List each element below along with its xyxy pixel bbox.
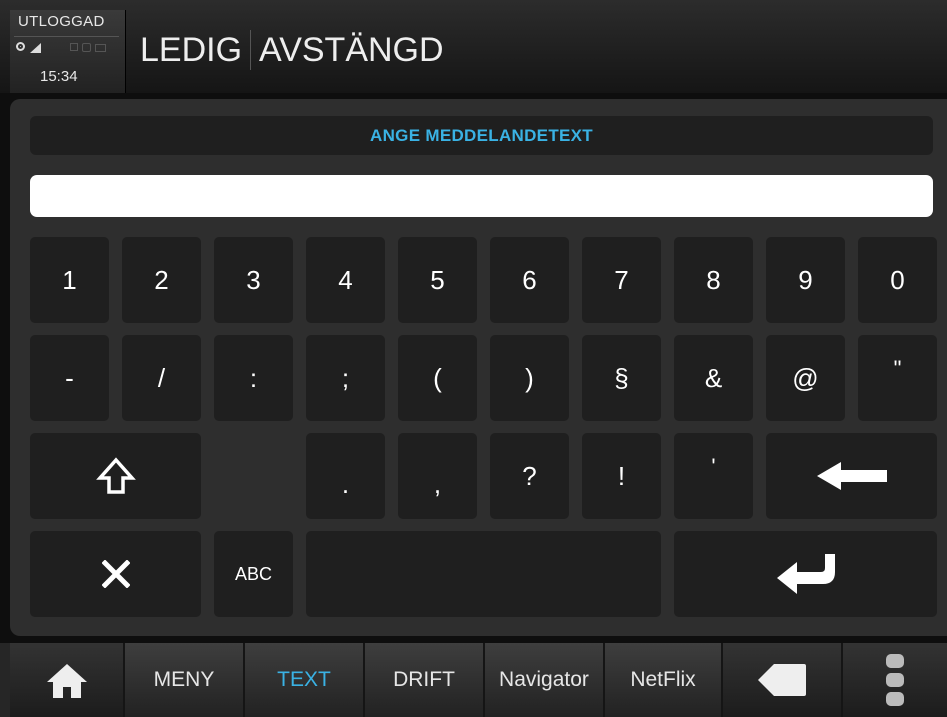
key-apostrophe[interactable]: ': [674, 433, 753, 519]
key-1[interactable]: 1: [30, 237, 109, 323]
back-button[interactable]: [723, 643, 843, 717]
bottom-navigation: MENY TEXT DRIFT Navigator NetFlix: [0, 643, 947, 717]
key-colon[interactable]: :: [214, 335, 293, 421]
nav-text[interactable]: TEXT: [245, 643, 365, 717]
cancel-key[interactable]: [30, 531, 201, 617]
key-6[interactable]: 6: [490, 237, 569, 323]
key-exclamation[interactable]: !: [582, 433, 661, 519]
login-status: UTLOGGAD: [18, 13, 105, 30]
enter-key[interactable]: [674, 531, 937, 617]
gps-icon: [16, 42, 25, 51]
home-button[interactable]: [10, 643, 125, 717]
key-7[interactable]: 7: [582, 237, 661, 323]
nav-navigator[interactable]: Navigator: [485, 643, 605, 717]
key-comma[interactable]: ,: [398, 433, 477, 519]
home-icon: [46, 664, 87, 698]
key-9[interactable]: 9: [766, 237, 845, 323]
lock-icon: [70, 43, 78, 51]
shift-arrow-icon: [95, 457, 136, 494]
backspace-arrow-icon: [816, 462, 887, 490]
status-title-left: LEDIG: [140, 30, 243, 69]
key-4[interactable]: 4: [306, 237, 385, 323]
more-vertical-icon: [886, 654, 904, 706]
clock: 15:34: [40, 68, 78, 85]
enter-return-icon: [776, 554, 835, 594]
dialog-prompt: ANGE MEDDELANDETEXT: [30, 116, 933, 155]
message-text-input[interactable]: [30, 175, 933, 217]
key-at[interactable]: @: [766, 335, 845, 421]
status-bar: UTLOGGAD 15:34 LEDIG AVSTÄNGD: [0, 0, 947, 93]
key-quote[interactable]: ": [858, 335, 937, 421]
key-semicolon[interactable]: ;: [306, 335, 385, 421]
backspace-key[interactable]: [766, 433, 937, 519]
key-8[interactable]: 8: [674, 237, 753, 323]
status-box[interactable]: UTLOGGAD 15:34: [10, 10, 126, 93]
key-hyphen[interactable]: -: [30, 335, 109, 421]
status-icons: [16, 42, 120, 56]
close-x-icon: [101, 560, 130, 588]
key-close-paren[interactable]: ): [490, 335, 569, 421]
phone-icon: [82, 43, 91, 52]
signal-icon: [30, 43, 41, 53]
abc-key[interactable]: ABC: [214, 531, 293, 617]
key-3[interactable]: 3: [214, 237, 293, 323]
nav-meny[interactable]: MENY: [125, 643, 245, 717]
space-key[interactable]: [306, 531, 661, 617]
key-question[interactable]: ?: [490, 433, 569, 519]
status-title-right: AVSTÄNGD: [259, 30, 444, 69]
key-2[interactable]: 2: [122, 237, 201, 323]
status-title: LEDIG AVSTÄNGD: [140, 26, 444, 74]
key-section[interactable]: §: [582, 335, 661, 421]
back-icon: [758, 664, 806, 696]
key-open-paren[interactable]: (: [398, 335, 477, 421]
mail-icon: [95, 44, 106, 52]
key-ampersand[interactable]: &: [674, 335, 753, 421]
nav-netflix[interactable]: NetFlix: [605, 643, 723, 717]
key-slash[interactable]: /: [122, 335, 201, 421]
status-divider: [14, 36, 119, 37]
nav-drift[interactable]: DRIFT: [365, 643, 485, 717]
key-5[interactable]: 5: [398, 237, 477, 323]
key-period[interactable]: .: [306, 433, 385, 519]
more-button[interactable]: [843, 643, 947, 717]
title-divider: [250, 30, 252, 70]
keyboard-dialog: ANGE MEDDELANDETEXT 1 2 3 4 5 6 7 8 9 0 …: [10, 99, 947, 636]
key-0[interactable]: 0: [858, 237, 937, 323]
shift-key[interactable]: [30, 433, 201, 519]
